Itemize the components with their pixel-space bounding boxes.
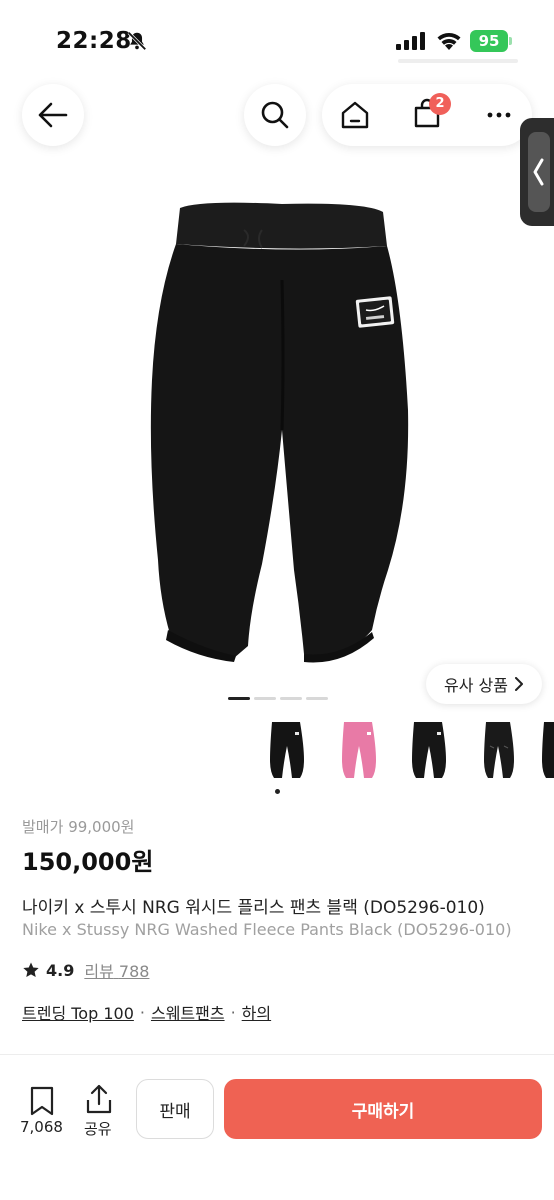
wifi-icon xyxy=(437,33,461,50)
bottom-action-bar: 7,068 공유 판매 구매하기 xyxy=(0,1058,554,1200)
carousel-dot xyxy=(254,697,276,700)
product-name-english: Nike x Stussy NRG Washed Fleece Pants Bl… xyxy=(22,920,512,939)
tag-separator: · xyxy=(230,1002,236,1022)
related-thumbnails xyxy=(248,716,554,790)
thumbnail-pink-pants[interactable] xyxy=(330,716,388,782)
product-name-korean: 나이키 x 스투시 NRG 워시드 플리스 팬츠 블랙 (DO5296-010) xyxy=(22,898,485,918)
share-label: 공유 xyxy=(84,1120,112,1138)
thumbnail-black-pants-4[interactable] xyxy=(534,716,554,782)
current-price: 150,000원 xyxy=(22,848,154,876)
release-price-value: 99,000원 xyxy=(68,818,135,836)
cart-count-badge: 2 xyxy=(429,93,451,115)
carousel-dot xyxy=(280,697,302,700)
bookmark-count: 7,068 xyxy=(20,1118,63,1136)
reviews-label: 리뷰 xyxy=(84,962,114,981)
home-icon[interactable] xyxy=(338,98,372,132)
rating-value: 4.9 xyxy=(46,960,75,980)
chevron-right-icon xyxy=(514,677,523,691)
category-tags: 트렌딩 Top 100 · 스웨트팬츠 · 하의 xyxy=(22,1000,271,1024)
back-button[interactable] xyxy=(22,84,84,146)
bell-muted-icon xyxy=(127,31,147,51)
search-icon xyxy=(261,101,289,129)
search-button[interactable] xyxy=(244,84,306,146)
star-icon xyxy=(23,962,39,978)
release-price-label: 발매가 xyxy=(22,818,64,836)
tag-separator: · xyxy=(139,1002,145,1022)
share-icon[interactable] xyxy=(85,1084,113,1114)
rating-row: 4.9 리뷰 788 xyxy=(22,958,149,982)
tag-trending[interactable]: 트렌딩 Top 100 xyxy=(22,1000,134,1024)
carousel-indicator xyxy=(228,697,328,700)
tag-bottoms[interactable]: 하의 xyxy=(242,1000,271,1024)
reviews-count: 788 xyxy=(118,962,150,981)
thumbnail-black-pants-3[interactable] xyxy=(470,716,528,782)
reviews-link[interactable]: 리뷰 788 xyxy=(84,958,149,982)
battery-nub xyxy=(509,37,512,45)
sell-button[interactable]: 판매 xyxy=(136,1079,214,1139)
nav-actions-pill: 2 xyxy=(322,84,532,146)
product-name-block: 나이키 x 스투시 NRG 워시드 플리스 팬츠 블랙 (DO5296-010)… xyxy=(0,880,554,950)
bookmark-icon[interactable] xyxy=(28,1086,56,1116)
tag-sweatpants[interactable]: 스웨트팬츠 xyxy=(151,1000,225,1024)
thumbnail-black-pants-1[interactable] xyxy=(258,716,316,782)
release-price: 발매가 99,000원 xyxy=(22,816,134,837)
more-options-icon[interactable] xyxy=(482,100,516,130)
browser-url-bar-hint xyxy=(398,59,518,63)
status-bar: 22:28 95 xyxy=(0,0,554,80)
arrow-left-icon xyxy=(38,102,68,128)
carousel-dot-active xyxy=(228,697,250,700)
similar-products-label: 유사 상품 xyxy=(444,676,508,695)
thumbnail-black-pants-2[interactable] xyxy=(400,716,458,782)
divider xyxy=(0,1054,554,1055)
buy-button[interactable]: 구매하기 xyxy=(224,1079,542,1139)
product-image[interactable] xyxy=(0,160,554,690)
similar-products-button[interactable]: 유사 상품 xyxy=(426,664,542,704)
battery-indicator: 95 xyxy=(470,30,508,52)
status-time: 22:28 xyxy=(56,28,132,54)
signal-icon xyxy=(396,32,425,50)
thumbnail-selected-dot xyxy=(275,789,280,794)
carousel-dot xyxy=(306,697,328,700)
